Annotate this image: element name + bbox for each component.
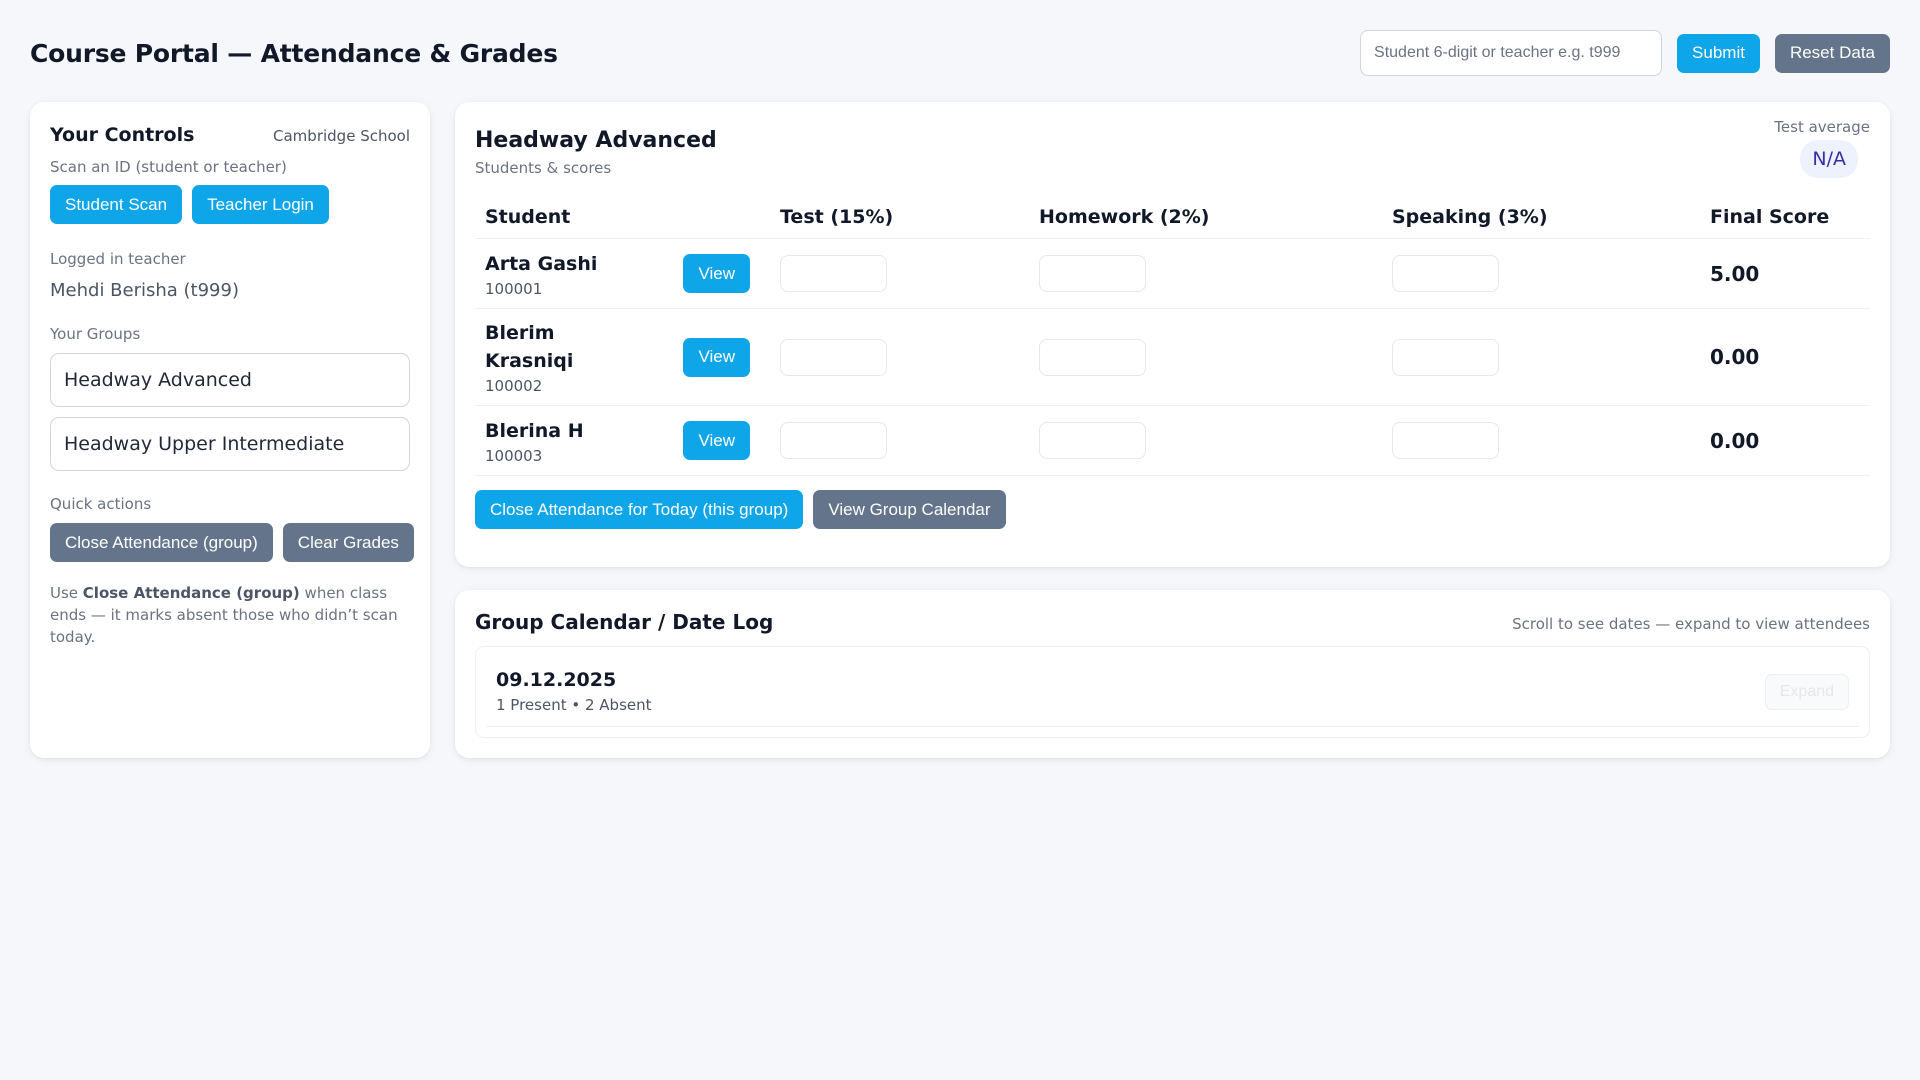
- attendance-summary: 1 Present • 2 Absent: [496, 696, 652, 714]
- column-header-student: Student: [475, 206, 770, 239]
- final-score: 5.00: [1700, 238, 1870, 309]
- controls-header: Your Controls Cambridge School: [50, 124, 410, 146]
- close-attendance-group-button[interactable]: Close Attendance (group): [50, 523, 273, 562]
- group-item-headway-upper-intermediate[interactable]: Headway Upper Intermediate: [50, 417, 410, 471]
- speaking-score-input[interactable]: [1392, 255, 1499, 292]
- student-scan-button[interactable]: Student Scan: [50, 185, 183, 224]
- group-panel: Headway Advanced Students & scores Test …: [455, 102, 1890, 567]
- student-id: 100003: [485, 446, 543, 465]
- expand-button[interactable]: Expand: [1764, 673, 1849, 710]
- final-score: 0.00: [1700, 405, 1870, 476]
- test-cell: [770, 405, 1029, 476]
- speaking-cell: [1382, 308, 1700, 406]
- speaking-score-input[interactable]: [1392, 422, 1499, 459]
- group-subtitle: Students & scores: [475, 159, 612, 177]
- speaking-score-input[interactable]: [1392, 338, 1499, 376]
- test-score-input[interactable]: [780, 338, 887, 376]
- help-text: Use Close Attendance (group) when class …: [50, 582, 410, 648]
- scan-label: Scan an ID (student or teacher): [50, 158, 287, 176]
- close-attendance-today-button[interactable]: Close Attendance for Today (this group): [475, 490, 804, 529]
- reset-data-button[interactable]: Reset Data: [1774, 33, 1890, 73]
- column-header-speaking: Speaking (3%): [1382, 206, 1700, 239]
- group-actions: Close Attendance for Today (this group) …: [475, 490, 1870, 529]
- test-cell: [770, 308, 1029, 406]
- app-root: Course Portal — Attendance & Grades Subm…: [0, 0, 1920, 1080]
- app-title: Course Portal — Attendance & Grades: [30, 38, 558, 68]
- test-average-badge: N/A: [1800, 140, 1858, 178]
- column-header-final-score: Final Score: [1700, 206, 1870, 239]
- quick-actions-label: Quick actions: [50, 495, 152, 513]
- top-header: Course Portal — Attendance & Grades Subm…: [30, 28, 1890, 78]
- header-controls: Submit Reset Data: [1360, 30, 1890, 76]
- student-info: Blerim Krasniqi 100002 View: [485, 319, 760, 395]
- student-text: Blerina H 100003: [485, 417, 584, 465]
- table-header-row: Student Test (15%) Homework (2%) Speakin…: [475, 206, 1870, 239]
- view-student-button[interactable]: View: [683, 421, 750, 460]
- student-id: 100002: [485, 377, 543, 395]
- grades-table: Student Test (15%) Homework (2%) Speakin…: [475, 206, 1870, 476]
- table-row: Blerina H 100003 View 0.00: [475, 405, 1870, 476]
- student-name: Arta Gashi: [485, 252, 598, 275]
- group-header: Headway Advanced Students & scores Test …: [475, 118, 1870, 178]
- calendar-panel: Group Calendar / Date Log Scroll to see …: [455, 590, 1890, 758]
- calendar-entry-text: 09.12.2025 1 Present • 2 Absent: [496, 669, 652, 714]
- groups-label: Your Groups: [50, 325, 141, 343]
- test-average: Test average N/A: [1774, 118, 1870, 178]
- table-row: Arta Gashi 100001 View 5.00: [475, 238, 1870, 309]
- scan-buttons: Student Scan Teacher Login: [50, 185, 410, 224]
- homework-score-input[interactable]: [1039, 255, 1146, 292]
- test-score-input[interactable]: [780, 422, 887, 459]
- calendar-entry: 09.12.2025 1 Present • 2 Absent Expand: [486, 657, 1859, 727]
- homework-score-input[interactable]: [1039, 338, 1146, 376]
- quick-actions: Close Attendance (group) Clear Grades: [50, 523, 414, 562]
- help-text-bold: Close Attendance (group): [82, 584, 300, 602]
- test-cell: [770, 238, 1029, 309]
- group-title: Headway Advanced: [475, 128, 717, 153]
- speaking-cell: [1382, 405, 1700, 476]
- calendar-hint: Scroll to see dates — expand to view att…: [1512, 615, 1870, 633]
- student-info: Arta Gashi 100001 View: [485, 250, 760, 298]
- table-row: Blerim Krasniqi 100002 View 0.00: [475, 308, 1870, 406]
- group-heading: Headway Advanced Students & scores: [475, 128, 717, 177]
- homework-cell: [1029, 308, 1382, 406]
- student-info: Blerina H 100003 View: [485, 417, 760, 465]
- student-id: 100001: [485, 279, 543, 298]
- student-name: Blerina H: [485, 419, 584, 442]
- school-name: Cambridge School: [273, 127, 410, 145]
- column-header-test: Test (15%): [770, 206, 1029, 239]
- calendar-date: 09.12.2025: [496, 669, 617, 691]
- test-average-label: Test average: [1774, 118, 1870, 136]
- logged-in-label: Logged in teacher: [50, 250, 186, 268]
- view-student-button[interactable]: View: [683, 254, 750, 293]
- controls-panel: Your Controls Cambridge School Scan an I…: [30, 102, 430, 758]
- homework-cell: [1029, 238, 1382, 309]
- calendar-title: Group Calendar / Date Log: [475, 610, 774, 634]
- student-text: Arta Gashi 100001: [485, 250, 597, 298]
- student-name: Blerim Krasniqi: [485, 322, 574, 372]
- speaking-cell: [1382, 238, 1700, 309]
- student-cell: Blerina H 100003 View: [475, 405, 770, 476]
- student-cell: Blerim Krasniqi 100002 View: [475, 308, 770, 406]
- test-score-input[interactable]: [780, 255, 887, 292]
- view-group-calendar-button[interactable]: View Group Calendar: [813, 490, 1006, 529]
- view-student-button[interactable]: View: [683, 337, 750, 377]
- calendar-list[interactable]: 09.12.2025 1 Present • 2 Absent Expand: [475, 646, 1870, 738]
- teacher-name: Mehdi Berisha (t999): [50, 280, 239, 301]
- controls-title: Your Controls: [50, 124, 195, 146]
- homework-score-input[interactable]: [1039, 422, 1146, 459]
- clear-grades-button[interactable]: Clear Grades: [282, 523, 414, 562]
- submit-button[interactable]: Submit: [1677, 33, 1760, 73]
- group-item-headway-advanced[interactable]: Headway Advanced: [50, 353, 410, 407]
- homework-cell: [1029, 405, 1382, 476]
- student-text: Blerim Krasniqi 100002: [485, 319, 595, 395]
- calendar-header: Group Calendar / Date Log Scroll to see …: [475, 610, 1870, 634]
- help-text-prefix: Use: [50, 584, 83, 602]
- column-header-homework: Homework (2%): [1029, 206, 1382, 239]
- teacher-login-button[interactable]: Teacher Login: [192, 185, 329, 224]
- final-score: 0.00: [1700, 308, 1870, 406]
- student-cell: Arta Gashi 100001 View: [475, 238, 770, 309]
- id-input[interactable]: [1360, 30, 1663, 76]
